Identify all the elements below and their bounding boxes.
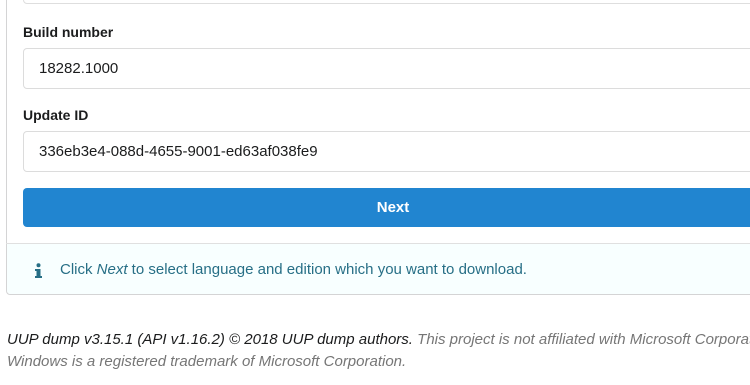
info-text-next: Next	[96, 261, 128, 278]
update-id-label: Update ID	[23, 107, 89, 123]
footer-version: UUP dump v3.15.1 (API v1.16.2) © 2018 UU…	[7, 331, 413, 348]
update-id-field[interactable]: 336eb3e4-088d-4655-9001-ed63af038fe9	[23, 131, 750, 172]
info-text-after: to select language and edition which you…	[127, 261, 527, 278]
build-number-label: Build number	[23, 24, 114, 40]
footer-line-1: UUP dump v3.15.1 (API v1.16.2) © 2018 UU…	[7, 331, 750, 348]
info-text: Click Next to select language and editio…	[60, 261, 527, 278]
footer-disclaimer: This project is not affiliated with Micr…	[412, 331, 750, 348]
footer-line-2: Windows is a registered trademark of Mic…	[7, 353, 407, 370]
next-button[interactable]: Next	[23, 188, 750, 227]
info-text-before: Click	[60, 261, 97, 278]
build-number-field[interactable]: 18282.1000	[23, 48, 750, 89]
info-icon	[35, 263, 42, 278]
previous-field[interactable]	[23, 0, 750, 4]
